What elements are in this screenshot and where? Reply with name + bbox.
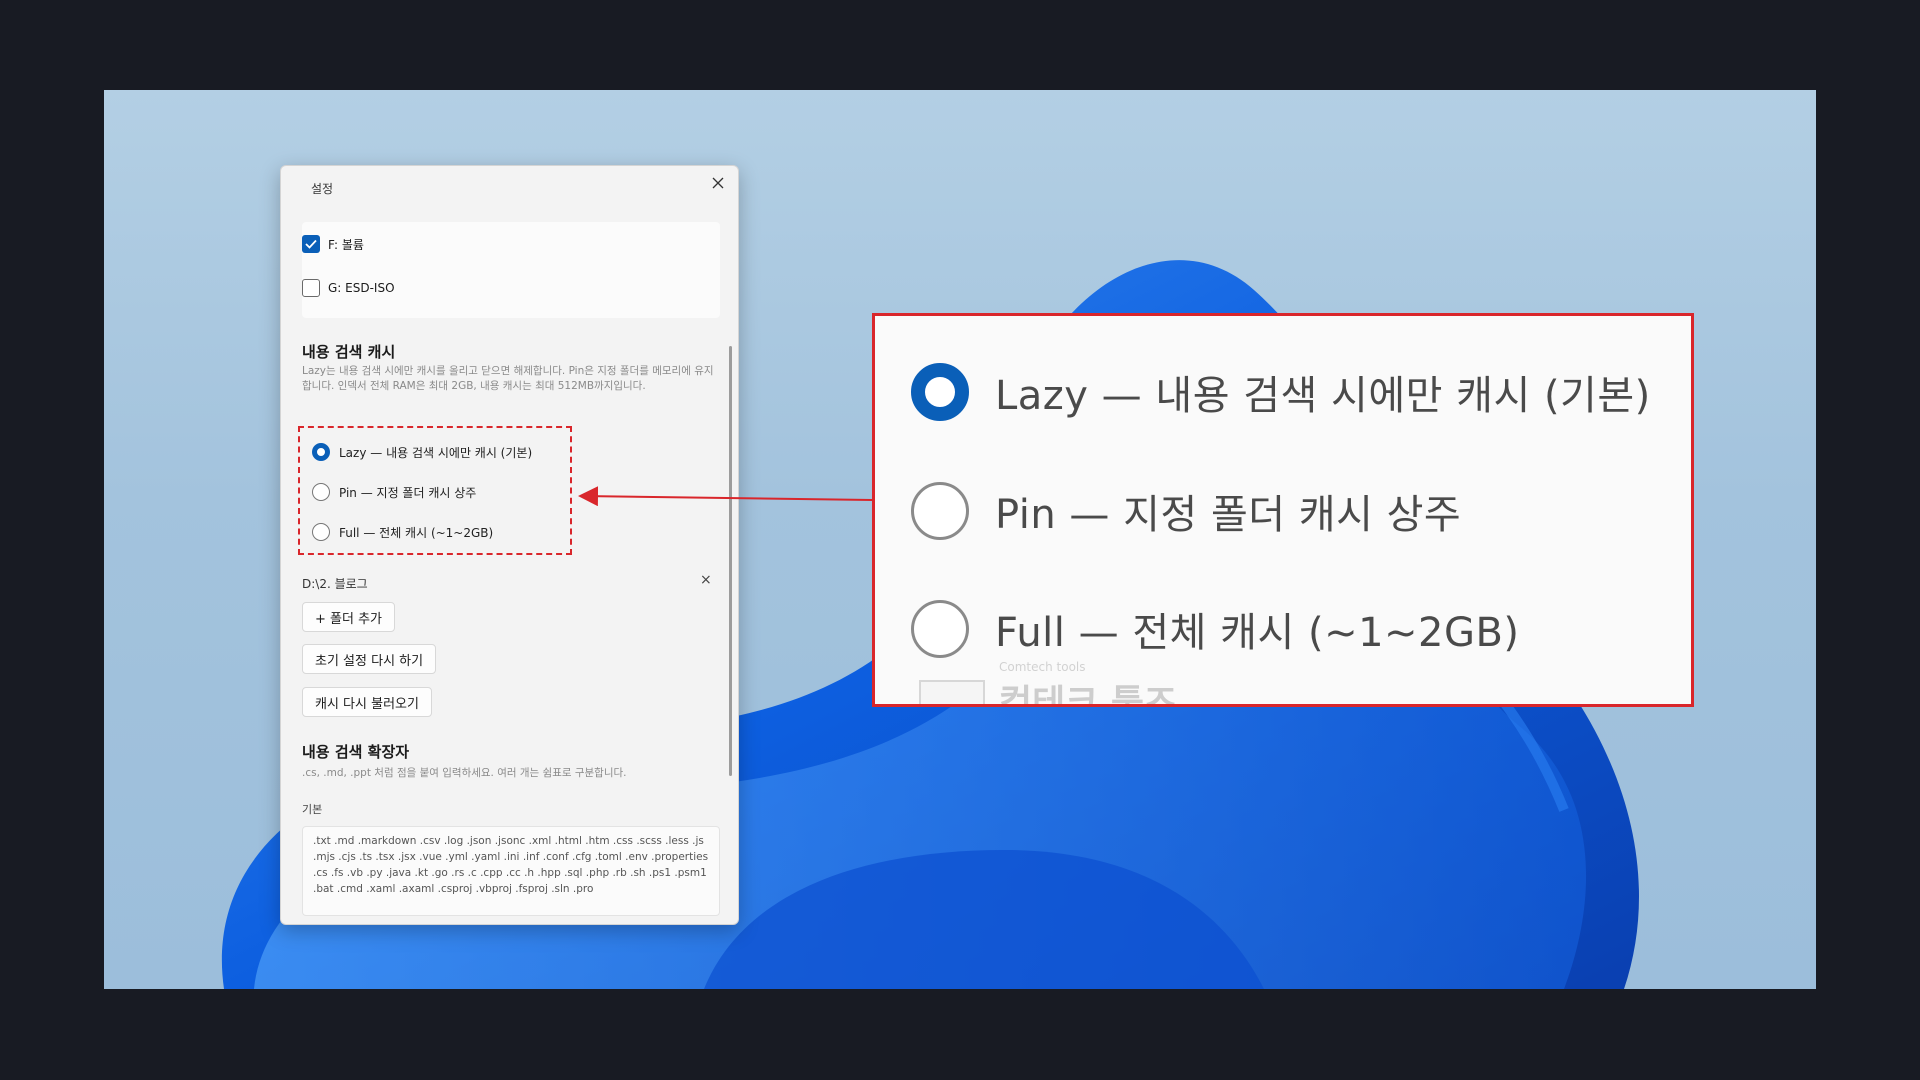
close-x-icon: × <box>700 572 712 588</box>
remove-folder-button[interactable]: × <box>700 572 712 588</box>
radio-unselected[interactable] <box>312 523 330 541</box>
watermark-big-text: 컴테크 툴즈 <box>999 683 1178 707</box>
cache-option-pin[interactable]: Pin — 지정 폴더 캐시 상주 <box>312 483 476 501</box>
close-button[interactable] <box>707 172 729 194</box>
radio-unselected[interactable] <box>312 483 330 501</box>
close-icon <box>712 177 724 189</box>
settings-dialog: 설정 F: 볼륨 G: ESD-ISO 내용 검색 캐시 Lazy는 내용 검색… <box>280 165 739 925</box>
cache-option-label: Lazy — 내용 검색 시에만 캐시 (기본) <box>339 445 533 460</box>
watermark-small-text: Comtech tools <box>999 660 1086 674</box>
cache-option-label: Pin — 지정 폴더 캐시 상주 <box>339 485 477 500</box>
default-extensions-label: 기본 <box>302 803 323 816</box>
extensions-section-title: 내용 검색 확장자 <box>302 743 410 761</box>
zoom-option-label: Full — 전체 캐시 (~1~2GB) <box>995 610 1520 656</box>
cache-section-title: 내용 검색 캐시 <box>302 343 396 361</box>
watermark-icon <box>919 680 985 704</box>
cache-option-label: Full — 전체 캐시 (~1~2GB) <box>339 525 494 540</box>
reset-setup-button[interactable]: 초기 설정 다시 하기 <box>302 644 437 674</box>
zoom-option-label: Pin — 지정 폴더 캐시 상주 <box>995 492 1462 538</box>
drive-g-checkbox[interactable] <box>302 279 320 297</box>
drive-f-label: F: 볼륨 <box>328 237 364 252</box>
cache-section-description: Lazy는 내용 검색 시에만 캐시를 올리고 닫으면 해제합니다. Pin은 … <box>302 365 714 392</box>
scrollbar[interactable] <box>729 346 732 776</box>
add-folder-button[interactable]: + 폴더 추가 <box>302 602 395 632</box>
zoom-option-pin: Pin — 지정 폴더 캐시 상주 <box>911 482 1461 540</box>
radio-selected[interactable] <box>312 443 330 461</box>
default-extensions-field[interactable]: .txt .md .markdown .csv .log .json .json… <box>302 826 720 916</box>
drive-g-label: G: ESD-ISO <box>328 281 395 295</box>
cache-option-lazy[interactable]: Lazy — 내용 검색 시에만 캐시 (기본) <box>312 443 532 461</box>
drive-f-checkbox[interactable] <box>302 235 320 253</box>
extensions-section-description: .cs, .md, .ppt 처럼 점을 붙여 입력하세요. 여러 개는 쉼표로… <box>302 767 627 779</box>
cache-option-full[interactable]: Full — 전체 캐시 (~1~2GB) <box>312 523 493 541</box>
zoom-option-label: Lazy — 내용 검색 시에만 캐시 (기본) <box>995 373 1651 419</box>
zoom-option-lazy: Lazy — 내용 검색 시에만 캐시 (기본) <box>911 363 1651 421</box>
zoom-option-full: Full — 전체 캐시 (~1~2GB) <box>911 600 1520 658</box>
radio-unselected <box>911 600 969 658</box>
dialog-title: 설정 <box>311 182 334 196</box>
checkmark-icon <box>305 239 317 249</box>
watermark-logo: Comtech tools 컴테크 툴즈 <box>919 660 1178 707</box>
reload-cache-button[interactable]: 캐시 다시 불러오기 <box>302 687 432 717</box>
radio-unselected <box>911 482 969 540</box>
zoomed-cache-options: Lazy — 내용 검색 시에만 캐시 (기본) Pin — 지정 폴더 캐시 … <box>872 313 1694 707</box>
drive-item-f[interactable]: F: 볼륨 <box>302 235 364 253</box>
drive-list <box>302 222 720 318</box>
radio-selected <box>911 363 969 421</box>
drive-item-g[interactable]: G: ESD-ISO <box>302 279 395 297</box>
pinned-folder-path: D:\2. 블로그 <box>302 577 368 591</box>
